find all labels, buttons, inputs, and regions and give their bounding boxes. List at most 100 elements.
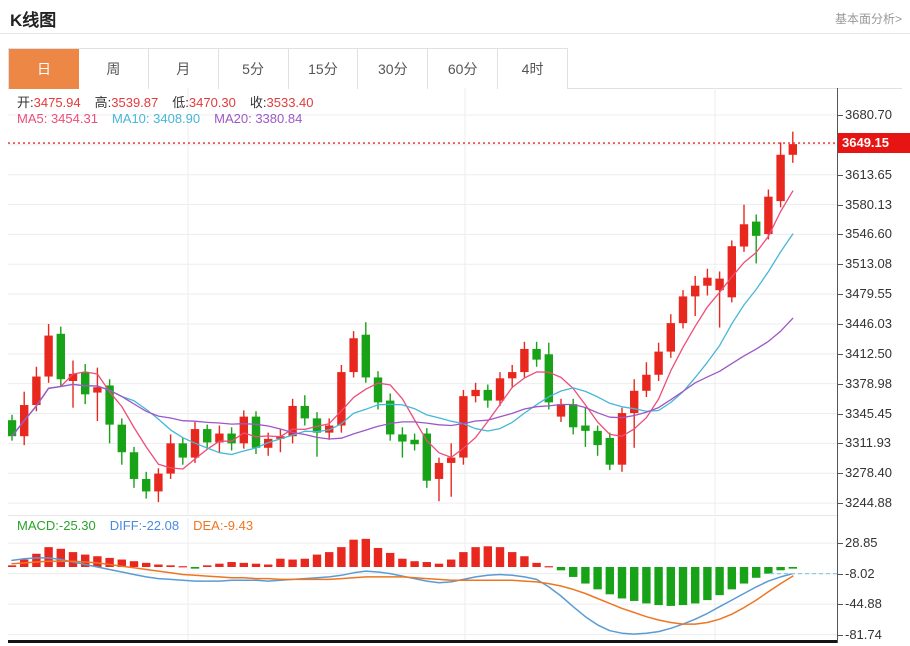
macd-bar-up <box>8 565 16 567</box>
page-title: K线图 <box>10 6 56 31</box>
candle-up <box>618 413 626 465</box>
macd-bar-up <box>374 548 382 567</box>
macd-bar-up <box>130 561 138 567</box>
candle-up <box>691 286 699 297</box>
candle-up <box>349 338 357 372</box>
tab-period-3[interactable]: 5分 <box>219 49 289 89</box>
tick-mark <box>838 604 843 605</box>
candle-up <box>776 155 784 201</box>
macd-bar-up <box>532 563 540 567</box>
macd-bar-down <box>667 567 675 606</box>
macd-bar-down <box>789 567 797 569</box>
period-tabbar: 日周月5分15分30分60分4时 <box>8 48 902 89</box>
candle-down <box>606 438 614 465</box>
candle-down <box>227 434 235 444</box>
tab-period-1[interactable]: 周 <box>79 49 149 89</box>
price-tick-label: 3479.55 <box>838 286 892 301</box>
macd-value: MACD:-25.30 <box>17 518 96 533</box>
price-tick-label: 3580.13 <box>838 197 892 212</box>
macd-bar-up <box>93 556 101 567</box>
macd-bar-up <box>154 565 162 567</box>
candle-down <box>142 479 150 491</box>
tick-mark <box>838 264 843 265</box>
macd-bar-down <box>679 567 687 605</box>
title-divider <box>0 33 910 34</box>
macd-bar-down <box>606 567 614 594</box>
tab-period-2[interactable]: 月 <box>149 49 219 89</box>
candle-up <box>520 349 528 372</box>
candle-up <box>337 372 345 425</box>
tick-mark <box>838 473 843 474</box>
ma-readout: MA5: 3454.31MA10: 3408.90MA20: 3380.84 <box>17 111 316 126</box>
candle-down <box>252 417 260 448</box>
candle-up <box>240 417 248 444</box>
current-price-tag: 3649.15 <box>838 133 910 153</box>
candle-down <box>118 425 126 453</box>
price-tick-label: 3513.08 <box>838 256 892 271</box>
macd-bar-up <box>471 547 479 567</box>
macd-bar-up <box>301 559 309 567</box>
tick-mark <box>838 543 843 544</box>
macd-bar-down <box>630 567 638 601</box>
candle-down <box>130 452 138 479</box>
price-axis: 3680.70 3613.65 3580.13 3546.60 3513.08 3479.… <box>838 88 910 643</box>
tab-period-7[interactable]: 4时 <box>498 49 568 89</box>
price-tick-label: 3680.70 <box>838 107 892 122</box>
tick-mark <box>838 384 843 385</box>
macd-readout: MACD:-25.30DIFF:-22.08DEA:-9.43 <box>17 518 267 533</box>
panel-separator <box>8 515 837 516</box>
price-tick-label: 3244.88 <box>838 495 892 510</box>
macd-bar-up <box>398 559 406 567</box>
macd-bar-up <box>313 555 321 567</box>
macd-bar-down <box>776 567 784 570</box>
fundamental-analysis-link[interactable]: 基本面分析> <box>835 10 902 27</box>
ma5-value: MA5: 3454.31 <box>17 111 98 126</box>
tab-period-5[interactable]: 30分 <box>358 49 428 89</box>
macd-bar-down <box>752 567 760 578</box>
open-value: 3475.94 <box>34 95 81 110</box>
tick-mark <box>838 324 843 325</box>
macd-bar-down <box>191 567 199 569</box>
macd-bar-up <box>69 552 77 567</box>
macd-bar-down <box>691 567 699 603</box>
tab-period-4[interactable]: 15分 <box>289 49 359 89</box>
macd-bar-up <box>386 553 394 567</box>
candle-down <box>410 440 418 444</box>
candle-up <box>508 372 516 378</box>
candle-up <box>764 197 772 234</box>
candle-down <box>532 349 540 360</box>
macd-tick-label: -8.02 <box>838 566 875 581</box>
candle-down <box>752 222 760 236</box>
price-tick-label: 3613.65 <box>838 167 892 182</box>
macd-bar-down <box>569 567 577 577</box>
candle-down <box>203 429 211 442</box>
candle-down <box>374 377 382 402</box>
macd-bar-down <box>654 567 662 605</box>
tab-period-6[interactable]: 60分 <box>428 49 498 89</box>
close-value: 3533.40 <box>267 95 314 110</box>
tab-period-0[interactable]: 日 <box>9 49 79 89</box>
macd-bar-down <box>764 567 772 574</box>
tick-mark <box>838 503 843 504</box>
price-tick-label: 3546.60 <box>838 226 892 241</box>
price-tick-label: 3311.93 <box>838 435 891 450</box>
ma20-line <box>12 318 793 439</box>
price-tick-label: 3278.40 <box>838 465 892 480</box>
price-tick-label: 3378.98 <box>838 376 892 391</box>
macd-bar-down <box>728 567 736 589</box>
candle-up <box>667 323 675 351</box>
macd-bar-up <box>410 561 418 567</box>
macd-bar-up <box>142 563 150 567</box>
macd-bar-up <box>276 559 284 567</box>
price-tick-label: 3446.03 <box>838 316 892 331</box>
macd-bar-up <box>227 562 235 567</box>
price-tick-label: 3345.45 <box>838 406 892 421</box>
candle-down <box>8 420 16 436</box>
dea-value: DEA:-9.43 <box>193 518 253 533</box>
kline-macd-chart[interactable] <box>8 88 837 643</box>
candle-up <box>740 224 748 246</box>
macd-tick-label: -81.74 <box>838 627 882 642</box>
macd-bar-up <box>484 546 492 567</box>
candle-down <box>569 404 577 427</box>
candle-down <box>484 390 492 401</box>
